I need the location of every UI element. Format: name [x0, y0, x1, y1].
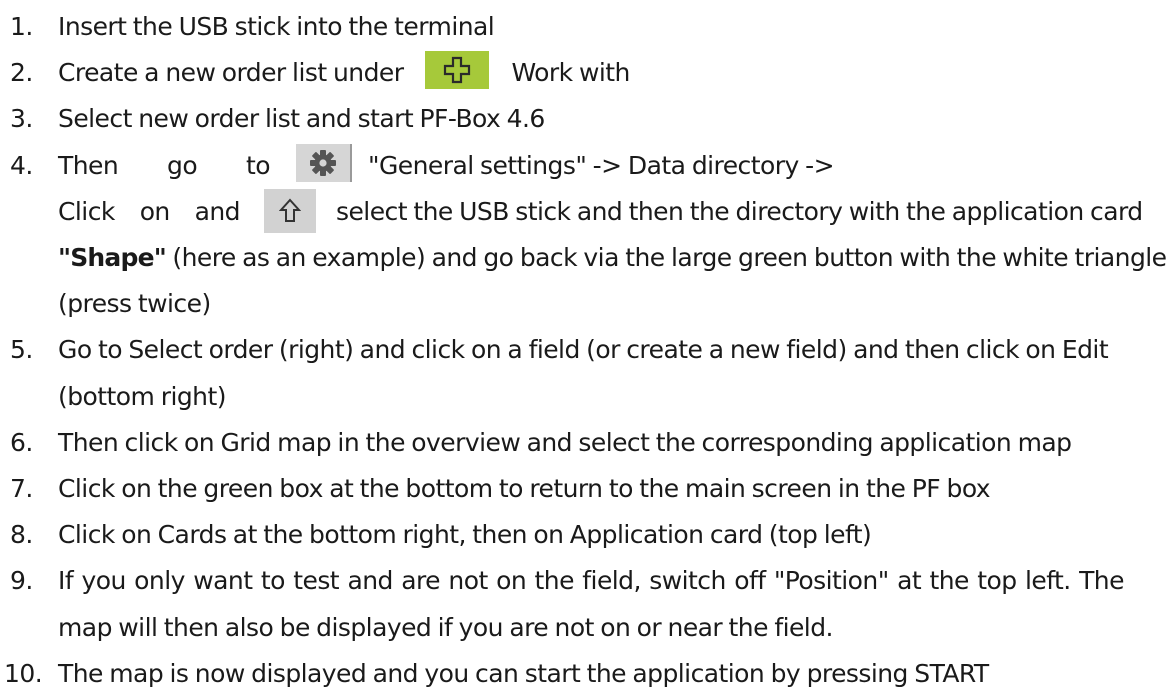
step-text-after-icon: Work with — [511, 58, 630, 88]
select-usb-text: select the USB stick and then the direct… — [336, 196, 1143, 226]
instruction-page: 1. Insert the USB stick into the termina… — [0, 0, 1170, 689]
step-line: Create a new order list under Work with — [58, 50, 1166, 96]
word-and: and — [194, 196, 241, 226]
step-number: 1. — [10, 12, 33, 41]
step-line-1: Then go to "General settings" -> Data di… — [58, 143, 1166, 189]
step-line-2: (bottom right) — [58, 381, 226, 411]
step-number: 10. — [4, 658, 43, 688]
shape-label: "Shape" — [58, 243, 167, 273]
gear-icon-button[interactable] — [296, 143, 352, 182]
spaced-words: Then go to — [58, 143, 271, 189]
word-on: on — [139, 196, 171, 226]
step-text: Insert the USB stick into the terminal — [58, 12, 495, 41]
step-number: 9. — [10, 566, 33, 596]
step-number: 6. — [10, 427, 33, 457]
step-line-1: If you only want to test and are not on … — [58, 566, 1124, 596]
step-number: 2. — [10, 58, 33, 88]
step-line-2: Click on and select the USB stick and th… — [58, 188, 1166, 235]
word-go: go — [167, 150, 198, 180]
step-number: 4. — [10, 150, 33, 180]
word-click: Click — [58, 196, 115, 226]
step-1: 1. Insert the USB stick into the termina… — [0, 4, 1170, 50]
step-text: Click on Cards at the bottom right, then… — [58, 520, 872, 550]
step-text: Select new order list and start PF-Box 4… — [58, 104, 545, 134]
spaced-words: Click on and — [58, 189, 241, 235]
gear-icon — [310, 149, 336, 176]
up-arrow-icon — [279, 198, 301, 222]
step-line-3: "Shape" (here as an example) and go back… — [58, 235, 1167, 281]
plus-outline-icon — [444, 57, 471, 84]
step-5: 5. Go to Select order (right) and click … — [0, 327, 1170, 419]
step-line-2: map will then also be displayed if you a… — [58, 612, 833, 642]
step-4: 4. Then go to "General settings" -> Data… — [0, 143, 1170, 328]
step-text: Then click on Grid map in the overview a… — [58, 427, 1072, 457]
step-number: 7. — [10, 474, 33, 504]
step-text: Click on the green box at the bottom to … — [58, 474, 991, 504]
step-3: 3. Select new order list and start PF-Bo… — [0, 96, 1170, 142]
step-9: 9. If you only want to test and are not … — [0, 558, 1170, 650]
up-arrow-button[interactable] — [264, 188, 316, 233]
step-2: 2. Create a new order list under Work wi… — [0, 50, 1170, 96]
step-number: 3. — [10, 104, 33, 134]
general-settings-text: "General settings" -> Data directory -> — [368, 150, 835, 180]
step-number: 8. — [10, 520, 33, 550]
step-line-1: Go to Select order (right) and click on … — [58, 335, 1109, 365]
step-10: 10. The map is now displayed and you can… — [0, 651, 1170, 697]
word-to: to — [245, 150, 271, 180]
plus-icon-button[interactable] — [425, 51, 490, 90]
steps-list: 1. Insert the USB stick into the termina… — [0, 4, 1170, 697]
word-then: Then — [58, 150, 119, 180]
go-back-text: (here as an example) and go back via the… — [172, 243, 1167, 273]
step-text: The map is now displayed and you can sta… — [58, 658, 989, 688]
step-8: 8. Click on Cards at the bottom right, t… — [0, 512, 1170, 558]
step-text-before-icon: Create a new order list under — [58, 58, 404, 88]
step-number: 5. — [10, 335, 33, 365]
step-6: 6. Then click on Grid map in the overvie… — [0, 420, 1170, 466]
step-line-4: (press twice) — [58, 289, 211, 319]
step-7: 7. Click on the green box at the bottom … — [0, 466, 1170, 512]
